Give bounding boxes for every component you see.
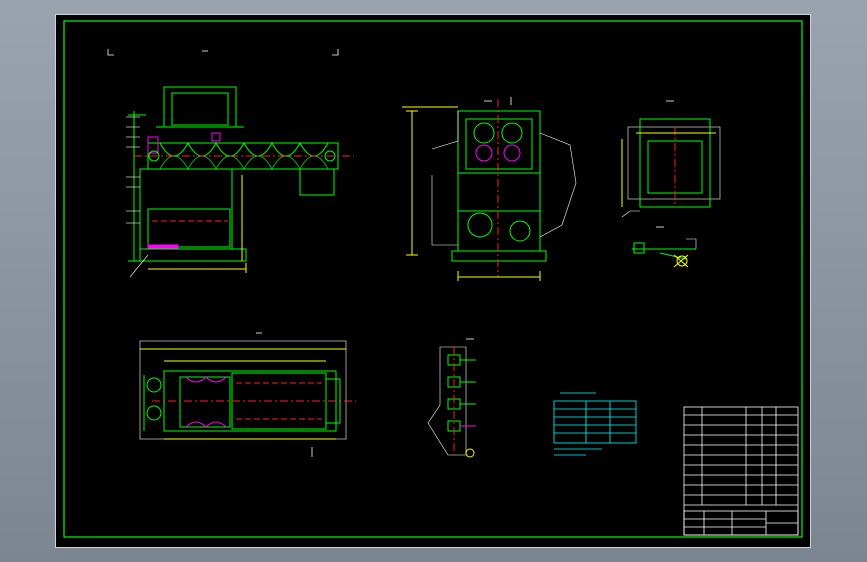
detail-view-small <box>632 226 697 268</box>
side-view <box>402 97 577 281</box>
cad-drawing <box>63 20 803 538</box>
drawing-border <box>63 20 803 538</box>
section-detail-view <box>427 338 476 458</box>
hopper-top-view <box>621 100 721 218</box>
front-view <box>107 49 354 278</box>
title-block <box>683 406 799 536</box>
notes-table <box>553 392 637 456</box>
cad-viewport[interactable] <box>55 14 811 548</box>
plan-view <box>139 332 356 457</box>
